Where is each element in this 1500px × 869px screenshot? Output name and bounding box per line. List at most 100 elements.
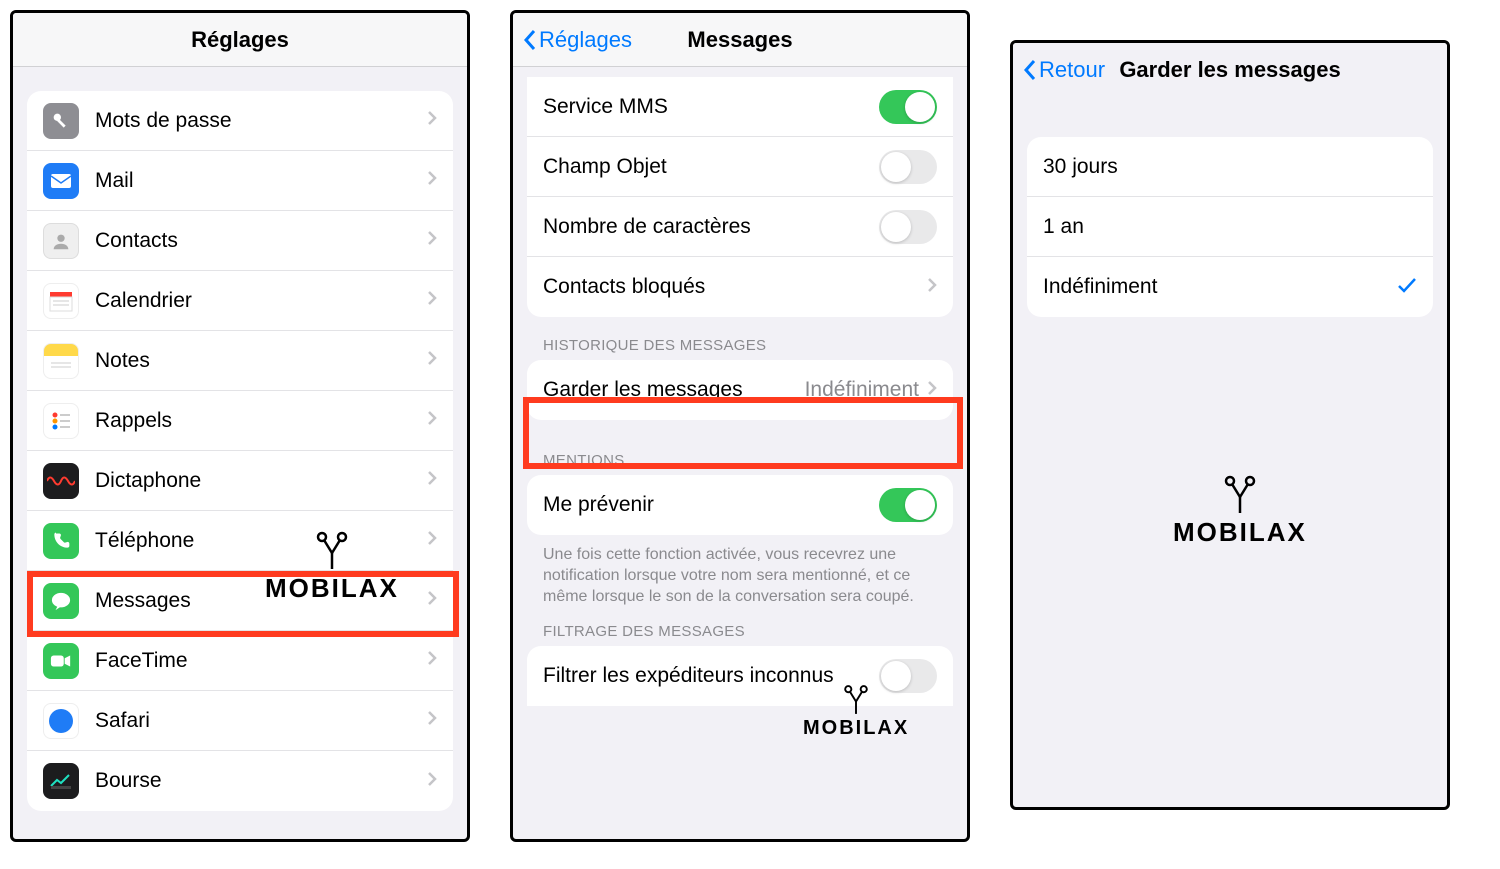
calendar-icon [43,283,79,319]
options-group: 30 jours 1 an Indéfiniment [1027,137,1433,317]
chevron-right-icon [427,230,437,251]
section-filter-label: FILTRAGE DES MESSAGES [543,623,967,640]
row-label: Indéfiniment [1043,275,1397,299]
back-label: Réglages [539,27,632,53]
option-1-year[interactable]: 1 an [1027,197,1433,257]
row-phone[interactable]: Téléphone [27,511,453,571]
safari-icon [43,703,79,739]
chevron-right-icon [427,470,437,491]
mentions-footer: Une fois cette fonction activée, vous re… [543,545,937,607]
chevron-right-icon [427,650,437,671]
section-history-label: HISTORIQUE DES MESSAGES [543,337,967,354]
history-group: Garder les messages Indéfiniment [527,360,953,420]
notes-icon [43,343,79,379]
row-label: 30 jours [1043,155,1417,179]
row-keep-messages[interactable]: Garder les messages Indéfiniment [527,360,953,420]
row-filter-unknown[interactable]: Filtrer les expéditeurs inconnus [527,646,953,706]
switch-toggle[interactable] [879,90,937,124]
header: Réglages [13,13,467,67]
back-button[interactable]: Réglages [523,27,632,53]
row-reminders[interactable]: Rappels [27,391,453,451]
row-label: Safari [95,709,427,733]
row-notify-me[interactable]: Me prévenir [527,475,953,535]
watermark-text: MOBILAX [1173,517,1307,548]
row-label: Mail [95,169,427,193]
row-stocks[interactable]: Bourse [27,751,453,811]
row-passwords[interactable]: Mots de passe [27,91,453,151]
watermark-logo: MOBILAX [1173,473,1307,548]
row-label: Garder les messages [543,378,805,402]
chevron-right-icon [427,350,437,371]
mentions-group: Me prévenir [527,475,953,535]
voice-memo-icon [43,463,79,499]
row-label: Nombre de caractères [543,215,879,239]
settings-list: Mots de passe Mail Contacts Calendrier [27,91,453,811]
stocks-icon [43,763,79,799]
row-label: Contacts [95,229,427,253]
row-label: Notes [95,349,427,373]
watermark-text: MOBILAX [803,717,909,740]
row-label: Contacts bloqués [543,275,927,299]
header: Retour Garder les messages [1013,43,1447,97]
chevron-right-icon [427,290,437,311]
page-title: Garder les messages [1119,57,1340,83]
back-button[interactable]: Retour [1023,57,1105,83]
row-label: FaceTime [95,649,427,673]
reminders-icon [43,403,79,439]
chevron-right-icon [427,771,437,792]
header: Réglages Messages [513,13,967,67]
chevron-right-icon [927,380,937,401]
phone-icon [43,523,79,559]
row-label: Me prévenir [543,493,879,517]
row-contacts[interactable]: Contacts [27,211,453,271]
back-label: Retour [1039,57,1105,83]
row-label: Dictaphone [95,469,427,493]
row-label: Service MMS [543,95,879,119]
screen-messages-settings: Réglages Messages Service MMS Champ Obje… [510,10,970,842]
page-title: Réglages [191,27,289,53]
row-facetime[interactable]: FaceTime [27,631,453,691]
row-label: Rappels [95,409,427,433]
row-label: Champ Objet [543,155,879,179]
row-subject-field[interactable]: Champ Objet [527,137,953,197]
row-safari[interactable]: Safari [27,691,453,751]
chevron-right-icon [427,530,437,551]
chevron-right-icon [427,710,437,731]
mail-icon [43,163,79,199]
messages-icon [43,583,79,619]
row-blocked-contacts[interactable]: Contacts bloqués [527,257,953,317]
option-30-days[interactable]: 30 jours [1027,137,1433,197]
chevron-right-icon [927,277,937,298]
screen-keep-messages: Retour Garder les messages 30 jours 1 an… [1010,40,1450,810]
row-label: Calendrier [95,289,427,313]
contacts-icon [43,223,79,259]
chevron-right-icon [427,110,437,131]
row-label: Téléphone [95,529,427,553]
facetime-icon [43,643,79,679]
checkmark-icon [1397,276,1417,299]
section-mentions-label: MENTIONS [543,452,967,469]
row-calendar[interactable]: Calendrier [27,271,453,331]
switch-toggle[interactable] [879,150,937,184]
row-value: Indéfiniment [805,378,919,402]
option-forever[interactable]: Indéfiniment [1027,257,1433,317]
switch-toggle[interactable] [879,659,937,693]
row-messages[interactable]: Messages [27,571,453,631]
chevron-right-icon [427,410,437,431]
row-mms-service[interactable]: Service MMS [527,77,953,137]
row-label: Bourse [95,769,427,793]
switch-toggle[interactable] [879,488,937,522]
chevron-right-icon [427,170,437,191]
mms-group: Service MMS Champ Objet Nombre de caract… [527,77,953,317]
key-icon [43,103,79,139]
row-mail[interactable]: Mail [27,151,453,211]
row-notes[interactable]: Notes [27,331,453,391]
row-label: 1 an [1043,215,1417,239]
row-label: Mots de passe [95,109,427,133]
row-label: Messages [95,589,427,613]
row-char-count[interactable]: Nombre de caractères [527,197,953,257]
filter-group: Filtrer les expéditeurs inconnus [527,646,953,706]
screen-settings: Réglages Mots de passe Mail Contacts [10,10,470,842]
switch-toggle[interactable] [879,210,937,244]
row-voice-memo[interactable]: Dictaphone [27,451,453,511]
